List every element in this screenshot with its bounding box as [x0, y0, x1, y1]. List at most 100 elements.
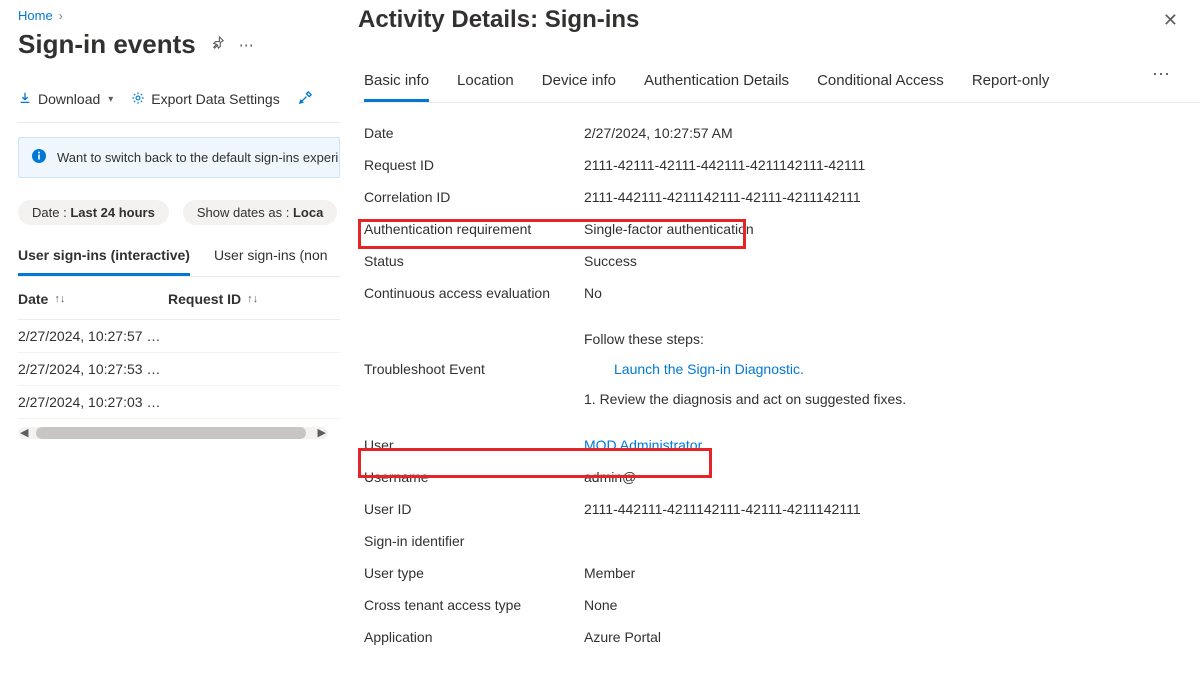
kv-cae: Continuous access evaluation No	[364, 277, 1200, 309]
filter-showdates-pill[interactable]: Show dates as : Loca	[183, 200, 337, 225]
kv-auth-requirement: Authentication requirement Single-factor…	[364, 213, 1200, 245]
value-correlation-id: 2111-442111-4211142111-42111-4211142111	[584, 189, 861, 205]
sort-icon: ↑↓	[54, 293, 65, 305]
label-troubleshoot: Troubleshoot Event	[364, 361, 584, 377]
filter-date-pill[interactable]: Date : Last 24 hours	[18, 200, 169, 225]
label-date: Date	[364, 125, 584, 141]
label-user: User	[364, 437, 584, 453]
download-icon	[18, 91, 32, 108]
export-settings-button[interactable]: Export Data Settings	[131, 91, 279, 108]
label-application: Application	[364, 629, 584, 645]
tab-interactive[interactable]: User sign-ins (interactive)	[18, 239, 190, 276]
column-date[interactable]: Date ↑↓	[18, 291, 168, 307]
label-correlation-id: Correlation ID	[364, 189, 584, 205]
label-auth-requirement: Authentication requirement	[364, 221, 584, 237]
tab-report-only[interactable]: Report-only	[972, 64, 1050, 102]
value-status: Success	[584, 253, 637, 269]
value-user-link[interactable]: MOD Administrator	[584, 437, 702, 453]
chevron-down-icon: ▾	[108, 94, 113, 105]
breadcrumb-home-link[interactable]: Home	[18, 8, 53, 23]
chevron-right-icon: ›	[59, 9, 63, 23]
value-application: Azure Portal	[584, 629, 661, 645]
tab-authentication-details[interactable]: Authentication Details	[644, 64, 789, 102]
table-row[interactable]: 2/27/2024, 10:27:57 …	[18, 320, 340, 353]
value-auth-requirement: Single-factor authentication	[584, 221, 754, 237]
banner-text: Want to switch back to the default sign-…	[57, 150, 338, 165]
kv-date: Date 2/27/2024, 10:27:57 AM	[364, 117, 1200, 149]
label-user-id: User ID	[364, 501, 584, 517]
kv-user-id: User ID 2111-442111-4211142111-42111-421…	[364, 493, 1200, 525]
label-cae: Continuous access evaluation	[364, 285, 584, 301]
tab-noninteractive[interactable]: User sign-ins (non	[214, 239, 328, 276]
tab-location[interactable]: Location	[457, 64, 514, 102]
label-request-id: Request ID	[364, 157, 584, 173]
pin-icon[interactable]	[210, 35, 225, 54]
details-title: Activity Details: Sign-ins	[358, 6, 639, 34]
tools-icon[interactable]	[298, 90, 313, 108]
label-username: Username	[364, 469, 584, 485]
kv-cross-tenant: Cross tenant access type None	[364, 589, 1200, 621]
tab-conditional-access[interactable]: Conditional Access	[817, 64, 944, 102]
activity-details-panel: Activity Details: Sign-ins ✕ Basic info …	[350, 0, 1200, 683]
cell-request-id	[168, 328, 308, 344]
launch-signin-diagnostic-link[interactable]: Launch the Sign-in Diagnostic.	[614, 361, 906, 377]
column-date-label: Date	[18, 291, 48, 307]
download-label: Download	[38, 91, 100, 107]
value-cae: No	[584, 285, 602, 301]
filter-show-label: Show dates as :	[197, 205, 290, 220]
tab-basic-info[interactable]: Basic info	[364, 64, 429, 102]
kv-correlation-id: Correlation ID 2111-442111-4211142111-42…	[364, 181, 1200, 213]
troubleshoot-step-1: 1. Review the diagnosis and act on sugge…	[584, 391, 906, 407]
signin-type-tabs: User sign-ins (interactive) User sign-in…	[18, 239, 340, 277]
scroll-left-icon[interactable]: ◀	[20, 426, 28, 439]
kv-user-type: User type Member	[364, 557, 1200, 589]
label-user-type: User type	[364, 565, 584, 581]
kv-status: Status Success	[364, 245, 1200, 277]
label-status: Status	[364, 253, 584, 269]
page-title: Sign-in events	[18, 29, 196, 60]
column-request-id[interactable]: Request ID ↑↓	[168, 291, 308, 307]
value-user-id: 2111-442111-4211142111-42111-4211142111	[584, 501, 861, 517]
table-row[interactable]: 2/27/2024, 10:27:53 …	[18, 353, 340, 386]
table-header: Date ↑↓ Request ID ↑↓	[18, 277, 340, 320]
troubleshoot-follow: Follow these steps:	[584, 331, 906, 347]
tab-device-info[interactable]: Device info	[542, 64, 616, 102]
sort-icon: ↑↓	[247, 293, 258, 305]
kv-user: User MOD Administrator	[364, 429, 1200, 461]
filter-date-label: Date :	[32, 205, 67, 220]
label-cross-tenant: Cross tenant access type	[364, 597, 584, 613]
value-date: 2/27/2024, 10:27:57 AM	[584, 125, 733, 141]
toolbar: Download ▾ Export Data Settings	[18, 90, 340, 123]
info-banner: Want to switch back to the default sign-…	[18, 137, 340, 178]
export-label: Export Data Settings	[151, 91, 279, 107]
value-troubleshoot: Follow these steps: Launch the Sign-in D…	[584, 331, 906, 407]
details-tabs: Basic info Location Device info Authenti…	[358, 64, 1200, 103]
main-content: Home › Sign-in events ⋯ Download ▾ Expor…	[0, 0, 340, 683]
breadcrumb: Home ›	[18, 8, 340, 23]
value-username: admin@	[584, 469, 636, 485]
close-icon[interactable]: ✕	[1163, 10, 1178, 31]
table-row[interactable]: 2/27/2024, 10:27:03 …	[18, 386, 340, 419]
more-tabs-icon[interactable]: ⋯	[1152, 64, 1172, 102]
kv-signin-identifier: Sign-in identifier	[364, 525, 1200, 557]
cell-date: 2/27/2024, 10:27:53 …	[18, 361, 168, 377]
download-button[interactable]: Download ▾	[18, 91, 113, 108]
value-user-type: Member	[584, 565, 635, 581]
filter-show-value: Loca	[293, 205, 323, 220]
cell-date: 2/27/2024, 10:27:03 …	[18, 394, 168, 410]
details-header: Activity Details: Sign-ins ✕	[358, 6, 1200, 34]
info-icon	[31, 148, 47, 167]
scrollbar-thumb[interactable]	[36, 427, 306, 439]
horizontal-scrollbar[interactable]: ◀ ▶	[18, 427, 328, 439]
kv-application: Application Azure Portal	[364, 621, 1200, 653]
filter-date-value: Last 24 hours	[70, 205, 155, 220]
value-request-id: 2111-42111-42111-442111-4211142111-42111	[584, 157, 865, 173]
more-icon[interactable]: ⋯	[239, 36, 254, 54]
gear-icon	[131, 91, 145, 108]
cell-date: 2/27/2024, 10:27:57 …	[18, 328, 168, 344]
kv-troubleshoot: Troubleshoot Event Follow these steps: L…	[364, 309, 1200, 429]
basic-info-section: Date 2/27/2024, 10:27:57 AM Request ID 2…	[358, 103, 1200, 653]
filter-pills: Date : Last 24 hours Show dates as : Loc…	[18, 200, 340, 225]
scroll-right-icon[interactable]: ▶	[318, 426, 326, 439]
label-signin-identifier: Sign-in identifier	[364, 533, 584, 549]
